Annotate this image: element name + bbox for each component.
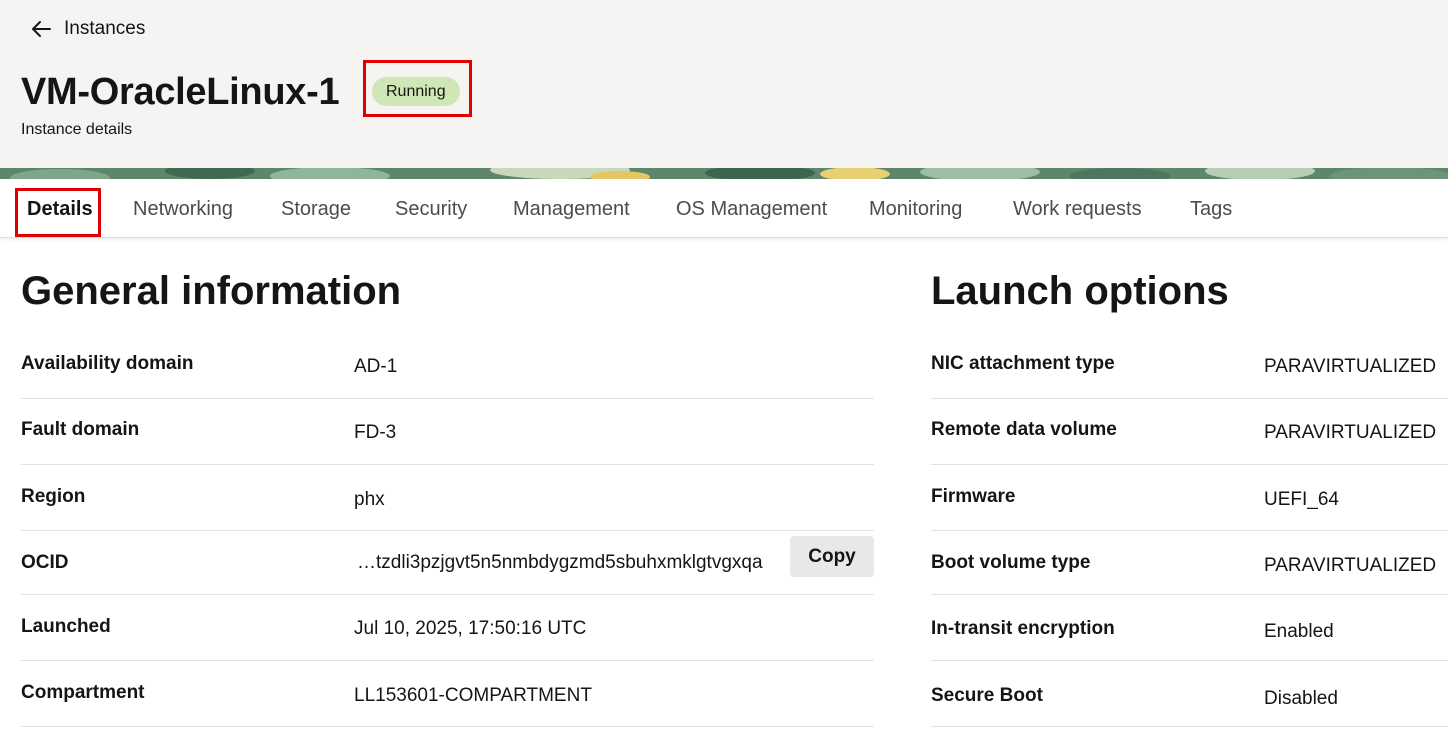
row-value: Enabled	[1264, 621, 1334, 642]
row-label: Launched	[21, 616, 111, 637]
row-value: PARAVIRTUALIZED	[1264, 555, 1437, 576]
row-label: OCID	[21, 552, 69, 573]
row-label: Secure Boot	[931, 685, 1043, 706]
row-label: Remote data volume	[931, 419, 1117, 440]
back-to-instances-link[interactable]: Instances	[30, 14, 145, 44]
arrow-left-icon	[32, 21, 51, 37]
row-label: Fault domain	[21, 419, 140, 440]
ocid-value: …tzdli3pzjgvt5n5nmbdygzmd5sbuhxmklgtvgxq…	[357, 552, 763, 573]
row-value: PARAVIRTUALIZED	[1264, 356, 1437, 377]
tab-management[interactable]: Management	[513, 179, 630, 237]
row-label: Region	[21, 486, 86, 507]
info-row-ocid: OCID …tzdli3pzjgvt5n5nmbdygzmd5sbuhxmklg…	[21, 531, 874, 595]
row-divider	[931, 726, 1448, 727]
launch-row-remote-data-volume: Remote data volume PARAVIRTUALIZED	[931, 399, 1448, 465]
tab-tags[interactable]: Tags	[1190, 179, 1232, 237]
tab-networking[interactable]: Networking	[133, 179, 233, 237]
tab-storage[interactable]: Storage	[281, 179, 351, 237]
row-label: NIC attachment type	[931, 353, 1115, 374]
info-row-availability-domain: Availability domain AD-1	[21, 333, 874, 399]
tab-monitoring[interactable]: Monitoring	[869, 179, 962, 237]
status-highlight-box	[363, 60, 472, 117]
back-link-label: Instances	[64, 18, 146, 39]
page-header: Instances VM-OracleLinux-1 Running Insta…	[0, 0, 1448, 168]
row-value: FD-3	[354, 422, 397, 443]
row-value: PARAVIRTUALIZED	[1264, 422, 1437, 443]
row-value: Disabled	[1264, 688, 1338, 709]
tab-os-management[interactable]: OS Management	[676, 179, 827, 237]
page-title: VM-OracleLinux-1	[21, 71, 340, 113]
row-label: Availability domain	[21, 353, 194, 374]
details-tab-highlight-box	[15, 188, 101, 237]
launch-row-secure-boot: Secure Boot Disabled	[931, 661, 1448, 727]
tab-security[interactable]: Security	[395, 179, 467, 237]
row-value: Jul 10, 2025, 17:50:16 UTC	[354, 618, 587, 639]
row-label: In-transit encryption	[931, 618, 1115, 639]
info-row-compartment: Compartment LL153601-COMPARTMENT	[21, 661, 874, 727]
tab-bar: Details Networking Storage Security Mana…	[0, 179, 1448, 238]
row-label: Compartment	[21, 682, 145, 703]
row-value: UEFI_64	[1264, 489, 1339, 510]
info-row-fault-domain: Fault domain FD-3	[21, 399, 874, 465]
launch-row-firmware: Firmware UEFI_64	[931, 465, 1448, 531]
copy-ocid-button[interactable]: Copy	[790, 536, 874, 577]
info-row-region: Region phx	[21, 465, 874, 531]
launch-row-nic-attachment-type: NIC attachment type PARAVIRTUALIZED	[931, 333, 1448, 399]
row-value: phx	[354, 489, 385, 510]
launch-options-title: Launch options	[931, 269, 1229, 313]
info-row-launched: Launched Jul 10, 2025, 17:50:16 UTC	[21, 595, 874, 661]
tab-work-requests[interactable]: Work requests	[1013, 179, 1142, 237]
row-value: AD-1	[354, 356, 398, 377]
launch-row-boot-volume-type: Boot volume type PARAVIRTUALIZED	[931, 531, 1448, 595]
row-label: Boot volume type	[931, 552, 1091, 573]
compartment-link[interactable]: LL153601-COMPARTMENT	[354, 685, 592, 707]
page-subtitle: Instance details	[21, 121, 133, 138]
row-divider	[21, 726, 874, 727]
row-label: Firmware	[931, 486, 1016, 507]
launch-row-in-transit-encryption: In-transit encryption Enabled	[931, 595, 1448, 661]
decorative-banner	[0, 168, 1448, 179]
general-information-title: General information	[21, 269, 402, 313]
